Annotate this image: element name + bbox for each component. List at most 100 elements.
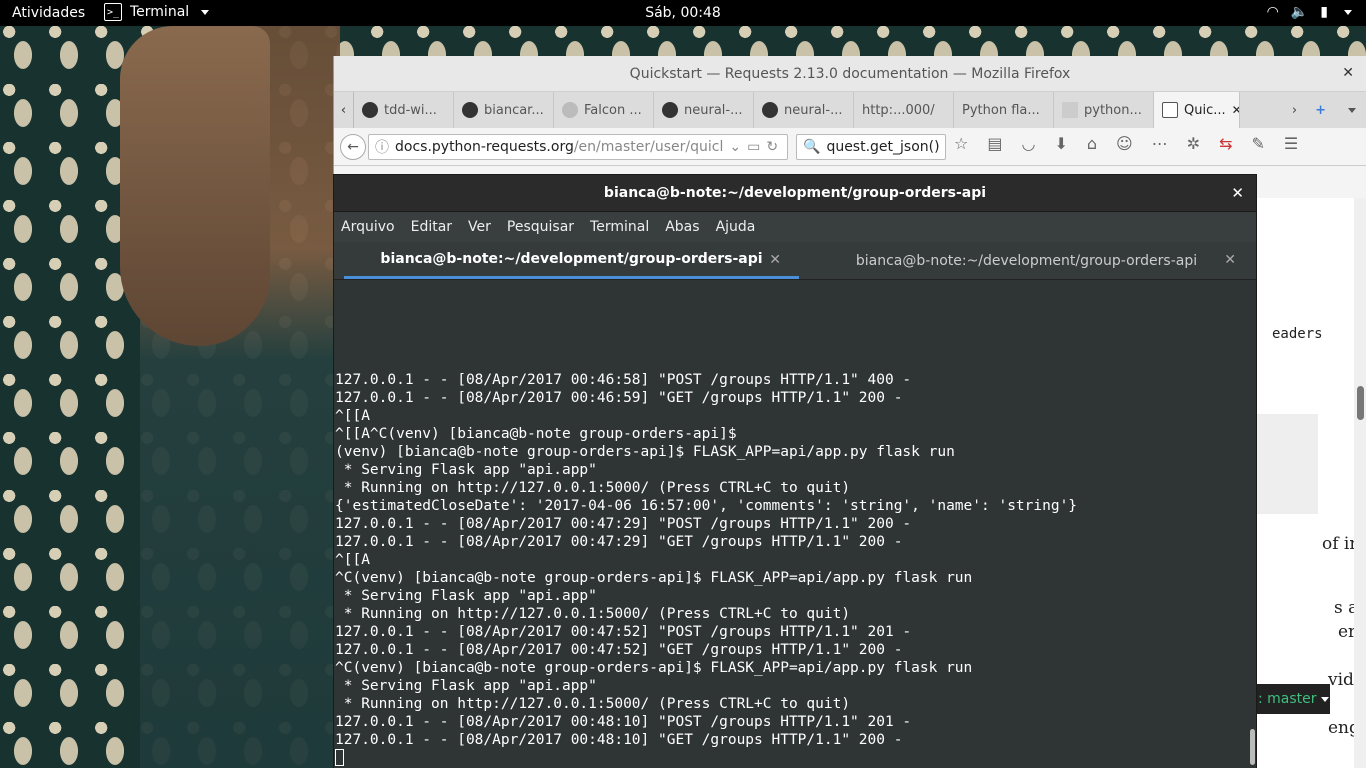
reader-view-icon[interactable]: ▭	[747, 139, 760, 155]
close-tab-icon[interactable]: ✕	[1224, 252, 1236, 268]
terminal-line: 127.0.0.1 - - [08/Apr/2017 00:48:10] "PO…	[335, 714, 912, 730]
browser-tab[interactable]: biancar...	[454, 92, 554, 128]
terminal-line: 127.0.0.1 - - [08/Apr/2017 00:47:29] "GE…	[335, 534, 903, 550]
github-icon	[762, 102, 778, 118]
app-menu[interactable]: >_ Terminal	[104, 3, 210, 21]
terminal-line: * Running on http://127.0.0.1:5000/ (Pre…	[335, 696, 851, 712]
terminal-line: * Serving Flask app "api.app"	[335, 462, 597, 478]
terminal-line: (venv) [bianca@b-note group-orders-api]$…	[335, 444, 955, 460]
app-menu-label: Terminal	[130, 4, 190, 20]
terminal-line: ^C(venv) [bianca@b-note group-orders-api…	[335, 660, 973, 676]
terminal-line: 127.0.0.1 - - [08/Apr/2017 00:46:58] "PO…	[335, 372, 912, 388]
close-tab-icon[interactable]: ✕	[769, 252, 781, 268]
document-icon	[1062, 102, 1078, 118]
terminal-line: * Serving Flask app "api.app"	[335, 678, 597, 694]
menu-arquivo[interactable]: Arquivo	[341, 219, 395, 235]
home-icon[interactable]: ⌂	[1087, 134, 1097, 153]
terminal-line: 127.0.0.1 - - [08/Apr/2017 00:47:52] "GE…	[335, 642, 903, 658]
close-tab-icon[interactable]: ✕	[1232, 103, 1239, 117]
page-scrollbar[interactable]	[1354, 198, 1366, 768]
terminal-tab-label: bianca@b-note:~/development/group-orders…	[855, 252, 1198, 269]
bookmark-star-icon[interactable]: ☆	[954, 134, 968, 153]
wallpaper-hair	[120, 26, 270, 346]
extension-icon[interactable]: ✲	[1187, 134, 1200, 153]
pin-icon[interactable]: ✎	[1252, 134, 1265, 153]
terminal-line: ^[[A	[335, 408, 370, 424]
terminal-tab-strip: bianca@b-note:~/development/group-orders…	[334, 242, 1256, 280]
close-icon[interactable]: ✕	[1342, 65, 1354, 81]
menu-ver[interactable]: Ver	[468, 219, 491, 235]
download-icon[interactable]: ⬇	[1054, 134, 1067, 153]
tabs-scroll-left-button[interactable]: ‹	[334, 92, 354, 128]
url-path: /en/master/user/quicl	[573, 138, 724, 155]
browser-tab[interactable]: python...	[1054, 92, 1154, 128]
chevron-down-icon	[1340, 4, 1352, 20]
menu-abas[interactable]: Abas	[665, 219, 699, 235]
code-block	[1256, 414, 1318, 514]
terminal-tab-active[interactable]: bianca@b-note:~/development/group-orders…	[344, 242, 799, 279]
browser-tab[interactable]: neural-...	[754, 92, 854, 128]
menu-pesquisar[interactable]: Pesquisar	[507, 219, 574, 235]
version-badge[interactable]: : master	[1254, 684, 1330, 714]
terminal-line: ^[[A^C(venv) [bianca@b-note group-orders…	[335, 426, 737, 442]
terminal-line: 127.0.0.1 - - [08/Apr/2017 00:48:10] "GE…	[335, 732, 903, 748]
terminal-scrollbar[interactable]	[1248, 281, 1256, 768]
terminal-menubar: Arquivo Editar Ver Pesquisar Terminal Ab…	[334, 212, 1256, 242]
page-text-fragment: eaders	[1272, 326, 1323, 342]
terminal-window: bianca@b-note:~/development/group-orders…	[333, 174, 1257, 768]
info-icon[interactable]: ⓘ	[375, 137, 389, 157]
sync-arrows-icon[interactable]: ⇆	[1219, 134, 1232, 153]
system-tray[interactable]: ◠ 🔈 ▮	[1267, 4, 1352, 20]
firefox-window-title: Quickstart — Requests 2.13.0 documentati…	[629, 65, 1071, 82]
new-tab-icon[interactable]: +	[1315, 103, 1326, 118]
hamburger-menu-icon[interactable]: ☰	[1284, 134, 1298, 153]
browser-tab[interactable]: Python fla...	[954, 92, 1054, 128]
more-icon[interactable]: ⋯	[1152, 134, 1168, 153]
reading-list-icon[interactable]: ▤	[987, 134, 1002, 153]
terminal-line: 127.0.0.1 - - [08/Apr/2017 00:47:29] "PO…	[335, 516, 912, 532]
url-domain: docs.python-requests.org	[395, 138, 574, 155]
browser-tab[interactable]: http:...000/	[854, 92, 954, 128]
back-button[interactable]: ←	[340, 133, 366, 160]
terminal-lines: 127.0.0.1 - - [08/Apr/2017 00:46:58] "PO…	[335, 371, 1077, 767]
terminal-line: * Running on http://127.0.0.1:5000/ (Pre…	[335, 606, 851, 622]
menu-editar[interactable]: Editar	[411, 219, 452, 235]
search-value: quest.get_json()	[826, 138, 940, 155]
reload-icon[interactable]: ↻	[766, 139, 778, 155]
volume-icon: 🔈	[1290, 4, 1309, 20]
terminal-line: 127.0.0.1 - - [08/Apr/2017 00:47:52] "PO…	[335, 624, 912, 640]
terminal-prompt-line	[335, 749, 1077, 767]
scrollbar-thumb[interactable]	[1357, 386, 1364, 420]
browser-tab-active[interactable]: Quic...✕	[1154, 92, 1240, 128]
browser-tab[interactable]: neural-...	[654, 92, 754, 128]
page-content: eaders of in- s are er. vided : master e…	[1254, 198, 1366, 768]
browser-tab[interactable]: Falcon ...	[554, 92, 654, 128]
pocket-icon[interactable]: ◡	[1021, 134, 1035, 153]
chevron-down-icon	[201, 9, 210, 15]
terminal-line: * Serving Flask app "api.app"	[335, 588, 597, 604]
menu-ajuda[interactable]: Ajuda	[716, 219, 756, 235]
terminal-output[interactable]: 127.0.0.1 - - [08/Apr/2017 00:46:58] "PO…	[334, 281, 1250, 768]
firefox-tab-strip: ‹ tdd-wi... biancar... Falcon ... neural…	[334, 92, 1366, 128]
github-icon	[362, 102, 378, 118]
search-bar[interactable]: 🔍 quest.get_json() →	[796, 133, 946, 160]
browser-tab[interactable]: tdd-wi...	[354, 92, 454, 128]
terminal-tab[interactable]: bianca@b-note:~/development/group-orders…	[799, 242, 1254, 279]
firefox-titlebar: Quickstart — Requests 2.13.0 documentati…	[334, 56, 1366, 92]
terminal-app-icon: >_	[104, 3, 122, 21]
scrollbar-thumb[interactable]	[1250, 729, 1255, 765]
chevron-down-icon	[1320, 696, 1329, 702]
terminal-tab-label: bianca@b-note:~/development/group-orders…	[380, 251, 763, 267]
falcon-icon	[562, 102, 578, 118]
close-icon[interactable]: ✕	[1231, 184, 1244, 202]
chevron-down-icon[interactable]	[1344, 103, 1356, 118]
battery-icon: ▮	[1320, 4, 1328, 20]
chevron-down-icon[interactable]: ⌄	[729, 139, 741, 155]
menu-terminal[interactable]: Terminal	[590, 219, 649, 235]
activities-button[interactable]: Atividades	[12, 5, 85, 21]
search-icon: 🔍	[803, 138, 821, 155]
tabs-scroll-right-button[interactable]: ›	[1292, 103, 1297, 118]
chat-icon[interactable]: ☺	[1116, 134, 1133, 153]
terminal-line: * Running on http://127.0.0.1:5000/ (Pre…	[335, 480, 851, 496]
url-bar[interactable]: ⓘ docs.python-requests.org/en/master/use…	[368, 133, 788, 160]
